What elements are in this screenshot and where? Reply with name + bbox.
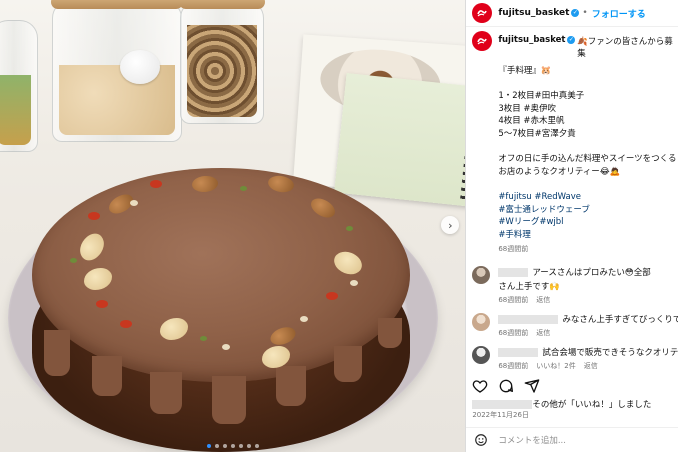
reply-button[interactable]: 返信 <box>584 362 598 370</box>
add-comment-bar[interactable]: コメントを追加... <box>466 427 678 452</box>
carousel-dot <box>246 444 251 448</box>
carousel-dot <box>222 444 227 448</box>
hashtag-link[interactable]: #富士通レッドウェーブ <box>498 204 678 217</box>
commenter-avatar[interactable] <box>472 312 491 331</box>
comment-text: 試合会場で販売できそうなクオリテ <box>542 347 678 358</box>
commenter-avatar[interactable] <box>472 345 491 364</box>
comment-timestamp: 68週間前 <box>498 328 529 337</box>
account-username[interactable]: fujitsu_basket <box>498 8 569 18</box>
caption-username[interactable]: fujitsu_basket <box>498 35 565 45</box>
caption-avatar[interactable] <box>472 31 493 51</box>
comment-icon[interactable] <box>498 378 514 394</box>
carousel-dot <box>214 444 219 448</box>
account-avatar[interactable] <box>472 3 493 23</box>
measuring-scoop <box>120 50 160 84</box>
hashtag-link[interactable]: #fujitsu #RedWave <box>498 191 678 204</box>
spiral-notebook <box>334 73 466 207</box>
caption-text: 『手料理』🐹 1・2枚目#田中真美子 3枚目 #奥伊吹 4枚目 #赤木里帆 5〜… <box>498 65 678 256</box>
instagram-post-view: › fujitsu_basket ✓ • フォローする fujitsu_bask… <box>0 0 678 452</box>
comment-text-continued: さん上手です🙌 <box>498 281 560 292</box>
hashtag-link[interactable]: #手料理 <box>498 229 678 242</box>
caption-header: fujitsu_basket ✓ 🍂ファンの皆さんから募集 <box>472 31 678 59</box>
comment-item: アースさんはプロみたい😳全部 さん上手です🙌 68週間前 返信 <box>472 265 678 305</box>
commenter-name[interactable] <box>498 267 529 277</box>
comment-timestamp: 68週間前 <box>498 361 529 370</box>
commenter-name[interactable] <box>498 314 559 324</box>
commenter-name[interactable] <box>498 347 539 357</box>
brand-logo-icon <box>477 38 488 45</box>
reply-button[interactable]: 返信 <box>536 329 550 337</box>
emoji-icon[interactable] <box>474 433 488 447</box>
carousel-dot <box>238 444 243 448</box>
caption-timestamp: 68週間前 <box>498 245 529 254</box>
post-header: fujitsu_basket ✓ • フォローする <box>466 0 678 27</box>
share-icon[interactable] <box>524 378 540 394</box>
post-photo[interactable]: › <box>0 0 466 452</box>
carousel-dot <box>206 444 211 448</box>
next-arrow-icon[interactable]: › <box>441 216 460 234</box>
reply-button[interactable]: 返信 <box>536 296 550 304</box>
post-date: 2022年11月26日 <box>472 411 529 419</box>
caption-intro: 🍂ファンの皆さんから募集 <box>577 37 673 59</box>
carousel-dot <box>254 444 259 448</box>
post-side-panel: fujitsu_basket ✓ • フォローする fujitsu_basket… <box>465 0 678 452</box>
comments-scroll-area[interactable]: fujitsu_basket ✓ 🍂ファンの皆さんから募集 『手料理』🐹 1・2… <box>466 27 678 372</box>
carousel-dot <box>230 444 235 448</box>
comment-text: みなさん上手すぎてびっくりです! <box>562 314 678 325</box>
likes-summary[interactable]: その他が「いいね！」しました <box>472 398 651 410</box>
comment-item: みなさん上手すぎてびっくりです! 68週間前返信 <box>472 312 678 338</box>
brand-logo-icon <box>477 10 488 17</box>
post-actions <box>472 378 678 396</box>
glass-jar-oats <box>51 0 183 142</box>
comment-text: アースさんはプロみたい😳全部 <box>532 267 651 278</box>
heart-icon[interactable] <box>472 378 488 394</box>
liker-name[interactable] <box>472 400 533 409</box>
hashtag-link[interactable]: #Wリーグ#wjbl <box>498 216 678 229</box>
follow-button[interactable]: フォローする <box>592 7 646 20</box>
comment-item: 試合会場で販売できそうなクオリテ 68週間前 いいね！2件 返信 <box>472 345 678 371</box>
carousel-indicator <box>0 444 465 448</box>
comment-timestamp: 68週間前 <box>498 295 529 304</box>
verified-badge-icon: ✓ <box>571 9 580 17</box>
commenter-avatar[interactable] <box>472 265 491 284</box>
add-comment-input[interactable]: コメントを追加... <box>498 434 566 446</box>
glass-jar-left <box>0 20 38 152</box>
comment-like-count[interactable]: いいね！2件 <box>536 362 575 370</box>
verified-badge-icon: ✓ <box>567 36 576 44</box>
glass-jar-nuts <box>179 0 265 124</box>
